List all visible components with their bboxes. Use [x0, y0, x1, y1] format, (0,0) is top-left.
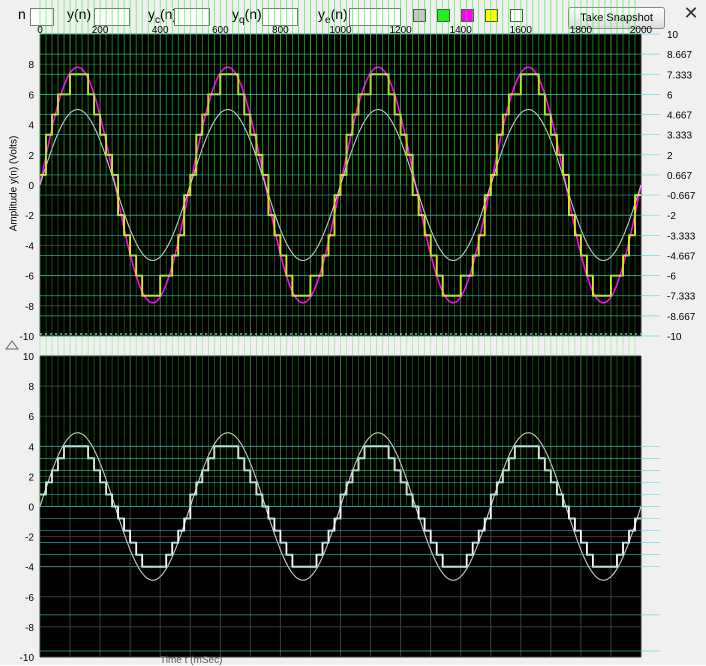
right-y-tick-label: -10 [667, 332, 682, 343]
y-tick-label: -6 [25, 272, 34, 283]
right-y-tick-label: -6 [667, 272, 676, 283]
right-y-tick-label: -2 [667, 211, 676, 222]
right-y-tick-label: -3.333 [667, 231, 696, 242]
y-tick-label: 0 [28, 503, 34, 514]
x-tick-label: 1800 [570, 25, 593, 36]
y-tick-label: 2 [28, 151, 34, 162]
y-tick-label: 0 [28, 181, 34, 192]
y-tick-label: -10 [20, 653, 35, 664]
x-tick-label: 1600 [510, 25, 533, 36]
y-tick-label: 4 [28, 121, 34, 132]
right-y-tick-label: 4.667 [667, 111, 692, 122]
y-tick-label: -4 [25, 563, 34, 574]
right-y-tick-label: 8.667 [667, 50, 692, 61]
x-tick-label: 400 [152, 25, 169, 36]
x-tick-label: 200 [92, 25, 109, 36]
x-tick-label: 1200 [389, 25, 412, 36]
right-y-tick-label: 2 [667, 151, 673, 162]
x-axis-label: Time t (mSec) [160, 655, 223, 666]
y-tick-label: 8 [28, 382, 34, 393]
x-tick-label: 800 [272, 25, 289, 36]
right-y-tick-label: 10 [667, 30, 679, 41]
y-tick-label: -4 [25, 241, 34, 252]
right-y-tick-label: -8.667 [667, 312, 696, 323]
right-y-tick-label: 6 [667, 90, 673, 101]
x-tick-label: 1000 [329, 25, 352, 36]
right-y-tick-label: -4.667 [667, 251, 696, 262]
y-tick-label: 4 [28, 442, 34, 453]
right-y-tick-label: 7.333 [667, 70, 692, 81]
y-tick-label: 2 [28, 472, 34, 483]
x-tick-label: 2000 [630, 25, 653, 36]
right-y-tick-label: 0.667 [667, 171, 692, 182]
x-tick-label: 0 [37, 25, 43, 36]
app-window: n y(n) yc(n) yq(n) ye(n) Take Snapshot ✕… [0, 0, 706, 666]
y-tick-label: -8 [25, 623, 34, 634]
right-y-tick-label: 3.333 [667, 131, 692, 142]
right-y-tick-label: -7.333 [667, 292, 696, 303]
y-axis-label: Amplitude y(n) (Volts) [8, 135, 20, 232]
y-tick-label: -10 [20, 332, 35, 343]
top-plot-group: 8 6 4 2 0 -2 -4 -6 -8 -10 [20, 0, 642, 343]
y-tick-label: 8 [28, 60, 34, 71]
y-tick-label: -8 [25, 302, 34, 313]
x-tick-label: 1400 [450, 25, 473, 36]
y-tick-label: 6 [28, 412, 34, 423]
x-tick-label: 600 [212, 25, 229, 36]
y-tick-label: 10 [23, 352, 35, 363]
signal-plots: 8 6 4 2 0 -2 -4 -6 -8 -10 10 8 6 4 2 0 -2 -4 -6 -8 -10 10 8.66… [20, 0, 696, 664]
right-y-tick-label: -0.667 [667, 191, 696, 202]
y-tick-label: -2 [25, 533, 34, 544]
y-tick-label: -2 [25, 211, 34, 222]
y-tick-label: -6 [25, 593, 34, 604]
y-tick-label: 6 [28, 90, 34, 101]
slider-handle-icon[interactable] [5, 340, 19, 350]
